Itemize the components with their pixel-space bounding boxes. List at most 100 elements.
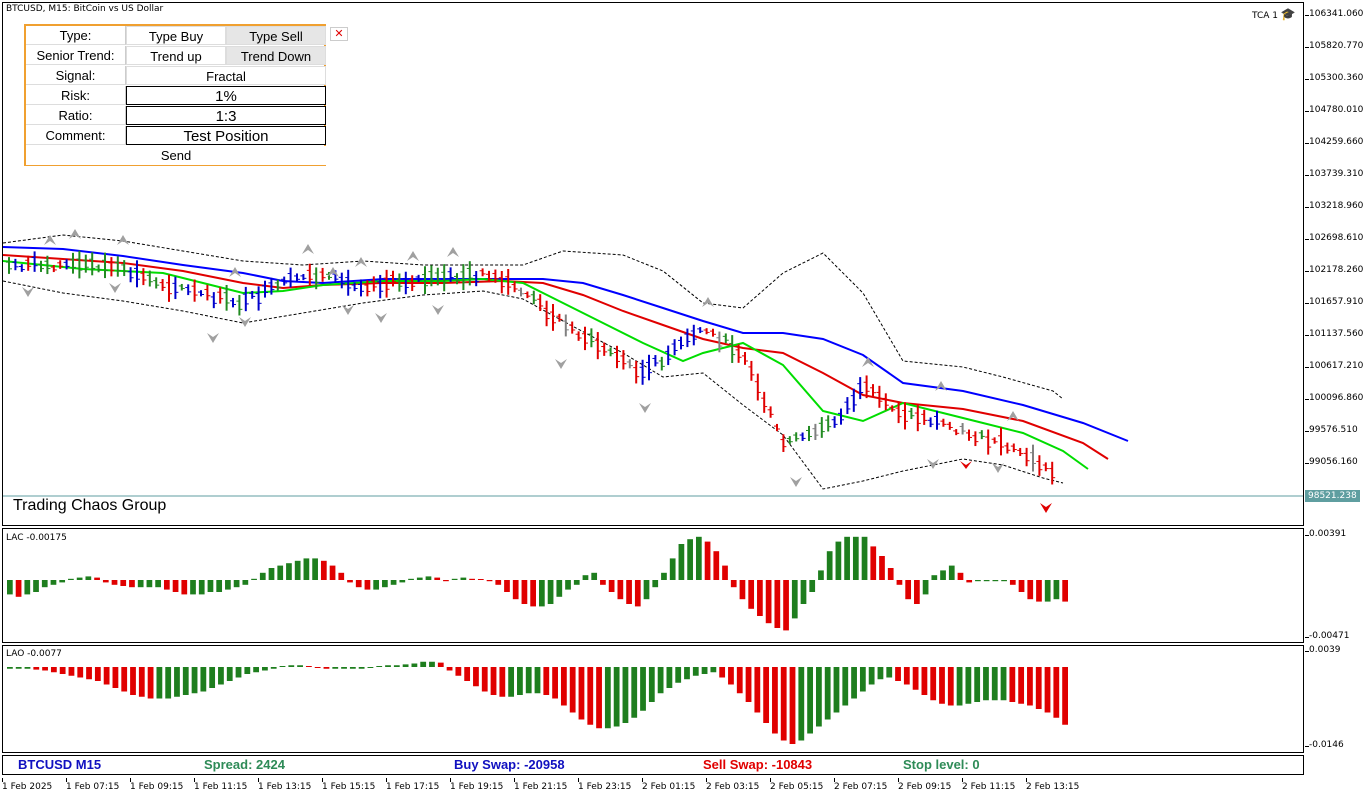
lac-histogram-bar [364, 580, 371, 590]
lac-histogram-bar [879, 556, 885, 580]
type-sell-button[interactable]: Type Sell [226, 26, 326, 45]
lao-histogram-bar [341, 667, 347, 669]
lao-histogram-bar [437, 662, 444, 667]
lac-histogram-bar [922, 580, 929, 595]
lac-histogram-bar [495, 580, 502, 585]
lac-histogram-bar [320, 560, 327, 580]
price-scale[interactable]: 106341.060 105820.770 105300.360 104780.010… [1304, 2, 1366, 526]
lao-histogram-bar [728, 667, 734, 685]
fractal-up-arrow [117, 235, 129, 245]
lac-histogram-bar [643, 580, 650, 600]
lao-histogram-bar [640, 667, 646, 711]
lao-histogram-bar [560, 667, 567, 706]
lac-histogram-bar [861, 536, 868, 580]
lac-histogram-bar [146, 580, 153, 588]
lao-histogram-bar [780, 667, 787, 741]
lac-histogram-bar [983, 580, 990, 582]
lac-histogram-bar [757, 580, 763, 616]
fractal-down-arrow [432, 305, 444, 315]
fractal-up-arrow [407, 251, 419, 261]
time-tick: 1 Feb 11:15 [194, 778, 248, 792]
lao-histogram-bar [956, 667, 963, 706]
lac-histogram-bar [896, 580, 903, 585]
lac-histogram-bar [198, 580, 205, 595]
lao-histogram-bar [974, 667, 981, 702]
lac-histogram-bar [259, 572, 266, 580]
lao-histogram-bar [525, 667, 532, 694]
lac-histogram-bar [573, 580, 580, 585]
risk-label: Risk: [26, 86, 126, 105]
ratio-input[interactable]: 1:3 [126, 106, 326, 125]
lao-histogram-bar [244, 667, 251, 674]
lac-histogram-bar [669, 558, 676, 580]
close-x-icon[interactable]: ✕ [330, 27, 348, 41]
lac-histogram-bar [242, 580, 249, 585]
lac-histogram-bar [739, 580, 746, 600]
lao-histogram-bar [754, 667, 761, 713]
signal-label: Signal: [26, 66, 126, 85]
lac-histogram-bar [957, 572, 964, 580]
lao-histogram-bar [182, 667, 189, 695]
lac-histogram-bar [1009, 580, 1016, 585]
lac-histogram-bar [390, 580, 397, 585]
lao-histogram-bar [429, 661, 435, 667]
lac-histogram-bar [652, 580, 659, 588]
fractal-up-arrow [702, 297, 714, 307]
lac-histogram-bar [852, 536, 859, 580]
fractal-down-arrow [960, 461, 972, 469]
lac-histogram-bar [539, 580, 545, 607]
lac-histogram-bar [129, 580, 135, 588]
lac-histogram-bar [504, 580, 510, 592]
time-tick: 2 Feb 13:15 [1026, 778, 1080, 792]
time-tick: 2 Feb 09:15 [898, 778, 952, 792]
fractal-down-arrow [375, 313, 387, 323]
lao-histogram-bar [666, 667, 673, 688]
lao-histogram-bar [991, 667, 998, 701]
type-buy-button[interactable]: Type Buy [126, 26, 226, 45]
lac-histogram-bar [948, 565, 955, 580]
lac-histogram-bar [277, 565, 284, 580]
price-tick: 102698.610 [1304, 233, 1364, 243]
lao-histogram-bar [815, 667, 822, 727]
lac-histogram-bar [408, 578, 414, 580]
lac-histogram-bar [373, 580, 380, 590]
status-stop-level: Stop level: 0 [903, 757, 980, 772]
lao-histogram-bar [50, 667, 57, 673]
lac-histogram-bar [303, 558, 310, 580]
lao-histogram-bar [367, 667, 374, 668]
lao-scale-top: 0.0039 [1305, 645, 1341, 655]
time-tick: 2 Feb 05:15 [770, 778, 824, 792]
lac-histogram-bar [24, 580, 31, 595]
trend-down-button[interactable]: Trend Down [226, 46, 326, 65]
lac-histogram [7, 536, 1068, 631]
lao-histogram-bar [534, 667, 541, 694]
trend-up-button[interactable]: Trend up [126, 46, 226, 65]
lao-histogram-bar [200, 667, 207, 692]
lac-histogram-bar [181, 580, 188, 595]
lac-histogram-bar [687, 539, 693, 580]
lac-histogram-bar [7, 580, 13, 595]
lac-histogram-bar [1027, 580, 1034, 600]
lao-histogram-bar [921, 667, 928, 695]
lao-histogram-bar [314, 667, 321, 668]
lac-histogram-bar [661, 572, 667, 580]
lao-histogram-bar [983, 667, 989, 701]
signal-selector[interactable]: Fractal [126, 66, 326, 85]
lao-histogram-bar [446, 667, 453, 671]
send-button[interactable]: Send [26, 146, 326, 165]
risk-input[interactable]: 1% [126, 86, 326, 105]
lao-histogram-bar [138, 667, 145, 697]
time-tick: 1 Feb 09:15 [130, 778, 184, 792]
lac-histogram-bar [800, 580, 807, 604]
lao-histogram-bar [262, 667, 268, 671]
lac-histogram-bar [163, 580, 170, 590]
lao-histogram-bar [543, 667, 550, 695]
fractal-up-arrow [355, 257, 367, 267]
lac-histogram-bar [94, 577, 100, 580]
time-axis[interactable]: 1 Feb 2025 1 Feb 07:15 1 Feb 09:15 1 Feb 11… [0, 776, 1304, 800]
lao-histogram-bar [402, 664, 409, 667]
lao-histogram-bar [464, 667, 471, 681]
comment-input[interactable]: Test Position [126, 126, 326, 145]
lao-histogram-bar [147, 667, 154, 699]
watermark-text: Trading Chaos Group [13, 497, 167, 514]
